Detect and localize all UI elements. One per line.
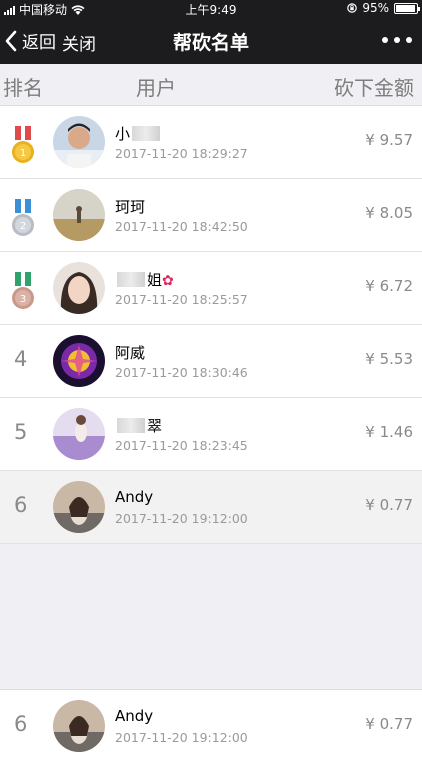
avatar <box>53 700 105 752</box>
svg-text:1: 1 <box>20 148 26 159</box>
timestamp: 2017-11-20 18:30:46 <box>115 365 248 380</box>
timestamp: 2017-11-20 19:12:00 <box>115 730 248 745</box>
redacted-text <box>132 126 161 141</box>
amount: ¥ 0.77 <box>365 496 413 514</box>
rank-number: 6 <box>14 712 28 736</box>
svg-text:2: 2 <box>20 221 26 232</box>
header-amount: 砍下金额 <box>334 76 414 100</box>
redacted-text <box>117 418 145 433</box>
nav-bar: 返回 关闭 帮砍名单 <box>0 16 422 64</box>
user-name: 阿威 <box>115 344 146 362</box>
rank-number: 6 <box>14 493 28 517</box>
gold-medal-icon: 1 <box>12 126 34 163</box>
avatar <box>53 408 105 460</box>
amount: ¥ 6.72 <box>365 277 413 295</box>
amount: ¥ 9.57 <box>365 131 413 149</box>
avatar <box>53 189 105 241</box>
avatar <box>53 262 105 314</box>
chevron-left-icon <box>5 30 17 51</box>
timestamp: 2017-11-20 18:29:27 <box>115 146 248 161</box>
bronze-medal-icon: 3 <box>12 272 34 309</box>
flower-emoji-icon: ✿ <box>162 273 174 289</box>
rank-number: 5 <box>14 420 28 444</box>
silver-medal-icon: 2 <box>12 199 34 236</box>
close-button[interactable]: 关闭 <box>62 30 96 55</box>
amount: ¥ 1.46 <box>365 423 413 441</box>
ranking-list: 1 小 2017-11-20 18:29:27 ¥ 9.57 2 珂珂 2017… <box>0 106 422 544</box>
redacted-text <box>117 272 145 287</box>
timestamp: 2017-11-20 19:12:00 <box>115 511 248 526</box>
svg-text:3: 3 <box>20 294 26 305</box>
back-button[interactable]: 返回 <box>4 28 56 53</box>
header-user: 用户 <box>136 76 176 100</box>
status-bar: 中国移动 上午9:49 95% <box>0 0 422 17</box>
timestamp: 2017-11-20 18:23:45 <box>115 438 248 453</box>
status-right: 95% <box>347 1 420 15</box>
rotation-lock-icon <box>347 3 358 13</box>
empty-area <box>0 544 422 689</box>
user-name: Andy <box>115 707 154 725</box>
rank-number: 4 <box>14 347 28 371</box>
user-name: 翠 <box>115 415 162 436</box>
table-row[interactable]: 2 珂珂 2017-11-20 18:42:50 ¥ 8.05 <box>0 179 422 252</box>
my-rank-row[interactable]: 6 Andy 2017-11-20 19:12:00 ¥ 0.77 <box>0 689 422 761</box>
user-name: 姐✿ <box>115 269 174 290</box>
table-row[interactable]: 3 姐✿ 2017-11-20 18:25:57 ¥ 6.72 <box>0 252 422 325</box>
timestamp: 2017-11-20 18:25:57 <box>115 292 248 307</box>
avatar <box>53 116 105 168</box>
table-row[interactable]: 6 Andy 2017-11-20 19:12:00 ¥ 0.77 <box>0 471 422 544</box>
more-menu-button[interactable] <box>382 28 412 52</box>
timestamp: 2017-11-20 18:42:50 <box>115 219 248 234</box>
table-row[interactable]: 4 阿威 2017-11-20 18:30:46 ¥ 5.53 <box>0 325 422 398</box>
battery-percent: 95% <box>362 1 389 15</box>
avatar <box>53 335 105 387</box>
avatar <box>53 481 105 533</box>
back-label: 返回 <box>22 33 56 53</box>
user-name: 珂珂 <box>115 198 146 216</box>
amount: ¥ 0.77 <box>365 715 413 733</box>
amount: ¥ 8.05 <box>365 204 413 222</box>
table-header: 排名 用户 砍下金额 <box>0 64 422 106</box>
user-name: 小 <box>115 123 162 144</box>
battery-icon <box>394 2 420 14</box>
header-rank: 排名 <box>3 76 43 100</box>
table-row[interactable]: 1 小 2017-11-20 18:29:27 ¥ 9.57 <box>0 106 422 179</box>
table-row[interactable]: 5 翠 2017-11-20 18:23:45 ¥ 1.46 <box>0 398 422 471</box>
user-name: Andy <box>115 488 154 506</box>
amount: ¥ 5.53 <box>365 350 413 368</box>
